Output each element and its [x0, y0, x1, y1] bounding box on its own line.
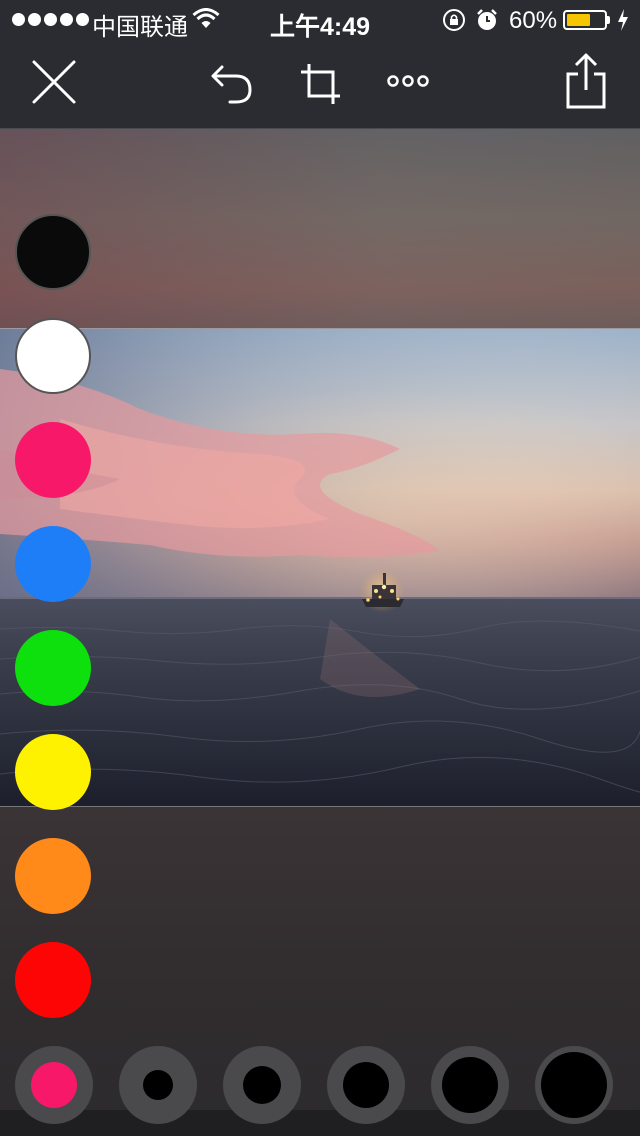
alarm-icon: [477, 9, 497, 30]
drawing-canvas[interactable]: [0, 129, 640, 1136]
color-swatch-red[interactable]: [15, 942, 91, 1018]
brush-size-1[interactable]: [15, 1046, 93, 1124]
battery-percentage: 60%: [509, 7, 558, 34]
color-swatch-orange[interactable]: [15, 838, 91, 914]
battery-tip: [607, 16, 610, 24]
rotation-lock-icon: [443, 9, 465, 31]
battery-level-fill: [567, 14, 590, 26]
color-swatch-green[interactable]: [15, 630, 91, 706]
color-swatch-blue[interactable]: [15, 526, 91, 602]
color-swatch-black[interactable]: [15, 214, 91, 290]
brush-size-dot: [31, 1062, 77, 1108]
brush-size-3[interactable]: [223, 1046, 301, 1124]
brush-size-6[interactable]: [535, 1046, 613, 1124]
brush-bar-shadow: [0, 1110, 640, 1136]
color-swatch-yellow[interactable]: [15, 734, 91, 810]
undo-icon[interactable]: [210, 62, 256, 106]
brush-size-5[interactable]: [431, 1046, 509, 1124]
crop-icon[interactable]: [300, 62, 342, 106]
close-icon[interactable]: [30, 58, 78, 106]
charging-icon: [618, 9, 628, 31]
brush-size-dot: [143, 1070, 173, 1100]
more-icon[interactable]: [386, 74, 430, 88]
brush-size-dot: [541, 1052, 607, 1118]
share-icon[interactable]: [564, 52, 608, 110]
brush-size-2[interactable]: [119, 1046, 197, 1124]
photo-sunset-sea[interactable]: [0, 328, 640, 807]
battery-icon: [563, 10, 607, 30]
color-swatch-pink[interactable]: [15, 422, 91, 498]
color-swatch-white[interactable]: [15, 318, 91, 394]
brush-size-dot: [243, 1066, 281, 1104]
blurred-background-top: [0, 129, 640, 328]
brush-size-dot: [442, 1057, 498, 1113]
brush-size-dot: [343, 1062, 389, 1108]
editor-toolbar: [0, 40, 640, 129]
status-bar: 中国联通 上午4:49 60%: [0, 0, 640, 41]
brush-size-4[interactable]: [327, 1046, 405, 1124]
